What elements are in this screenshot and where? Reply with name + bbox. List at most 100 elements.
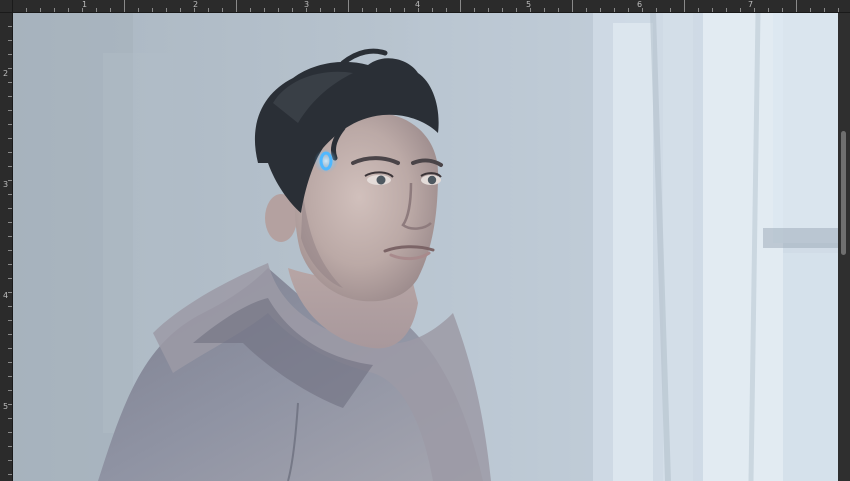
painting-canvas[interactable] <box>13 13 838 481</box>
ruler-tick <box>8 460 12 461</box>
ruler-label: 4 <box>3 291 9 300</box>
ruler-tick <box>628 8 629 12</box>
ruler-tick <box>404 8 405 12</box>
ruler-tick <box>40 8 41 12</box>
ruler-label: 3 <box>3 180 9 189</box>
ruler-corner <box>0 0 13 13</box>
ruler-tick <box>8 124 12 125</box>
ruler-tick <box>8 474 12 475</box>
ruler-tick <box>236 0 237 12</box>
ruler-tick <box>8 68 12 69</box>
ruler-tick <box>8 432 12 433</box>
ruler-tick <box>82 8 83 12</box>
ruler-tick <box>8 376 12 377</box>
ruler-tick <box>124 0 125 12</box>
ruler-tick <box>796 0 797 12</box>
ruler-tick <box>488 8 489 12</box>
ruler-tick <box>8 348 12 349</box>
ruler-tick <box>600 8 601 12</box>
ruler-tick <box>194 8 195 12</box>
ruler-tick <box>698 8 699 12</box>
ruler-tick <box>474 8 475 12</box>
ruler-tick <box>8 236 12 237</box>
ruler-tick <box>432 8 433 12</box>
ruler-tick <box>8 82 12 83</box>
ruler-tick <box>418 8 419 12</box>
ruler-tick <box>8 180 12 181</box>
ruler-tick <box>8 404 12 405</box>
ruler-tick <box>586 8 587 12</box>
ruler-tick <box>502 8 503 12</box>
ruler-tick <box>740 8 741 12</box>
ruler-tick <box>558 8 559 12</box>
ruler-tick <box>180 8 181 12</box>
vertical-scrollbar[interactable] <box>838 13 850 481</box>
ruler-tick <box>8 222 12 223</box>
ruler-tick <box>166 8 167 12</box>
ruler-tick <box>390 8 391 12</box>
ruler-tick <box>264 8 265 12</box>
ruler-tick <box>8 362 12 363</box>
ruler-tick <box>684 0 685 12</box>
ruler-tick <box>824 8 825 12</box>
ruler-tick <box>516 8 517 12</box>
ruler-tick <box>8 292 12 293</box>
ruler-tick <box>460 0 461 12</box>
ruler-tick <box>8 446 12 447</box>
ruler-tick <box>8 334 12 335</box>
ruler-tick <box>8 96 12 97</box>
ruler-tick <box>306 8 307 12</box>
ruler-tick <box>152 8 153 12</box>
ruler-label: 7 <box>748 0 754 9</box>
ruler-tick <box>26 8 27 12</box>
ruler-tick <box>8 26 12 27</box>
ruler-tick <box>8 166 12 167</box>
ruler-tick <box>754 8 755 12</box>
ruler-tick <box>8 138 12 139</box>
ruler-tick <box>8 54 12 55</box>
ruler-tick <box>530 8 531 12</box>
ruler-tick <box>348 0 349 12</box>
scrollbar-thumb[interactable] <box>841 131 846 255</box>
ruler-tick <box>8 194 12 195</box>
ruler-tick <box>810 8 811 12</box>
ruler-tick <box>110 8 111 12</box>
ruler-tick <box>68 8 69 12</box>
ruler-tick <box>8 40 12 41</box>
ruler-tick <box>292 8 293 12</box>
ruler-tick <box>8 320 12 321</box>
top-ruler[interactable]: 1 2 3 4 5 6 7 <box>12 0 850 13</box>
ruler-tick <box>726 8 727 12</box>
ruler-tick <box>208 8 209 12</box>
portrait-painting <box>13 13 838 481</box>
ruler-tick <box>8 110 12 111</box>
ruler-tick <box>96 8 97 12</box>
ruler-tick <box>54 8 55 12</box>
ruler-tick <box>8 306 12 307</box>
ruler-tick <box>8 250 12 251</box>
ruler-tick <box>446 8 447 12</box>
ruler-tick <box>8 208 12 209</box>
ruler-tick <box>656 8 657 12</box>
ruler-tick <box>222 8 223 12</box>
ruler-tick <box>768 8 769 12</box>
ruler-tick <box>712 8 713 12</box>
ruler-tick <box>138 8 139 12</box>
ruler-tick <box>8 264 12 265</box>
ruler-tick <box>572 0 573 12</box>
ruler-tick <box>8 418 12 419</box>
ruler-tick <box>782 8 783 12</box>
left-ruler[interactable]: 2 3 4 5 <box>0 0 13 481</box>
ruler-tick <box>8 152 12 153</box>
ruler-tick <box>278 8 279 12</box>
ruler-tick <box>8 390 12 391</box>
ruler-tick <box>8 278 12 279</box>
ruler-tick <box>320 8 321 12</box>
ruler-tick <box>376 8 377 12</box>
ruler-tick <box>334 8 335 12</box>
ruler-label: 2 <box>3 69 9 78</box>
ruler-tick <box>670 8 671 12</box>
ruler-tick <box>544 8 545 12</box>
ruler-tick <box>614 8 615 12</box>
ruler-tick <box>250 8 251 12</box>
